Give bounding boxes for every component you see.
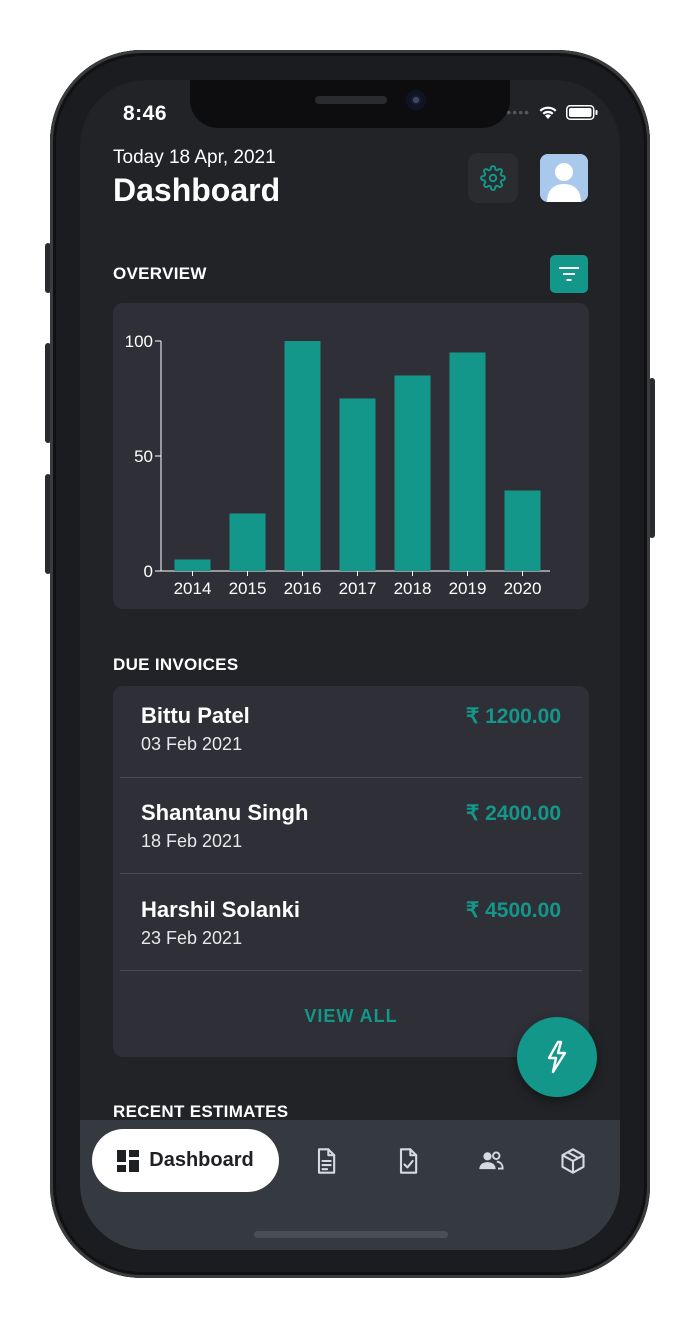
invoice-amount: ₹ 2400.00 <box>465 802 561 825</box>
x-tick-label: 2014 <box>174 579 212 598</box>
invoice-row[interactable]: Bittu Patel 03 Feb 2021 ₹ 1200.00 <box>113 686 589 782</box>
camera <box>406 90 426 110</box>
y-tick-label: 0 <box>144 562 153 581</box>
recent-estimates-title: RECENT ESTIMATES <box>113 1102 289 1121</box>
bar-chart: 0 50 100 2014 2015 2016 2017 2018 2019 2020 <box>125 332 550 598</box>
estimate-icon[interactable] <box>394 1147 422 1175</box>
signal-icon: •••• <box>506 104 530 120</box>
invoice-date: 18 Feb 2021 <box>141 831 243 851</box>
invoice-customer-name: Harshil Solanki <box>141 897 300 922</box>
x-tick-label: 2017 <box>339 579 377 598</box>
bar <box>339 398 376 571</box>
due-invoices-card: Bittu Patel 03 Feb 2021 ₹ 1200.00 Shanta… <box>113 686 589 1057</box>
x-tick-label: 2018 <box>394 579 432 598</box>
filter-icon <box>559 267 579 281</box>
status-time: 8:46 <box>123 102 168 125</box>
notch <box>190 80 510 128</box>
x-tick-label: 2019 <box>449 579 487 598</box>
invoice-customer-name: Shantanu Singh <box>141 800 309 825</box>
page-title: Dashboard <box>113 172 281 208</box>
bar <box>504 490 541 571</box>
bar <box>229 513 266 571</box>
settings-button[interactable] <box>468 153 518 203</box>
flash-icon <box>547 1040 567 1074</box>
status-indicators: •••• <box>506 104 598 120</box>
x-tick-label: 2015 <box>229 579 267 598</box>
invoice-date: 03 Feb 2021 <box>141 734 243 754</box>
items-icon[interactable] <box>559 1147 587 1175</box>
invoice-icon[interactable] <box>312 1147 340 1175</box>
bar <box>449 352 486 571</box>
x-tick-label: 2020 <box>504 579 542 598</box>
home-indicator <box>254 1231 448 1238</box>
bar <box>284 341 321 571</box>
gear-icon <box>480 165 506 191</box>
invoice-amount: ₹ 4500.00 <box>465 899 561 922</box>
bar <box>394 375 431 571</box>
divider <box>120 970 582 971</box>
nav-item-dashboard-label: Dashboard <box>149 1149 254 1171</box>
wifi-icon <box>539 106 557 119</box>
invoice-amount: ₹ 1200.00 <box>465 705 561 728</box>
due-invoices-title: DUE INVOICES <box>113 655 239 674</box>
invoice-customer-name: Bittu Patel <box>141 703 250 728</box>
x-tick-label: 2016 <box>284 579 322 598</box>
y-tick-label: 50 <box>134 447 153 466</box>
quick-action-button[interactable] <box>517 1017 597 1097</box>
customers-icon[interactable] <box>477 1147 505 1175</box>
bottom-navigation: Dashboard <box>80 1120 620 1250</box>
filter-button[interactable] <box>550 255 588 293</box>
speaker <box>315 96 387 104</box>
dashboard-icon <box>117 1149 140 1172</box>
current-date: Today 18 Apr, 2021 <box>113 147 276 168</box>
divider <box>120 873 582 874</box>
user-avatar[interactable] <box>540 154 588 202</box>
user-avatar-icon <box>540 154 588 202</box>
divider <box>120 777 582 778</box>
overview-chart: 0 50 100 2014 2015 2016 2017 2018 2019 2020 <box>113 303 589 609</box>
invoice-date: 23 Feb 2021 <box>141 928 243 948</box>
y-tick-label: 100 <box>125 332 153 351</box>
bar <box>174 559 211 571</box>
overview-title: OVERVIEW <box>113 264 207 283</box>
app-screen: 8:46 •••• Today 18 Apr, 2021 Dashboard O… <box>80 80 620 1250</box>
view-all-link[interactable]: VIEW ALL <box>113 1006 589 1027</box>
nav-item-dashboard[interactable]: Dashboard <box>92 1129 279 1192</box>
invoice-row[interactable]: Shantanu Singh 18 Feb 2021 ₹ 2400.00 <box>113 783 589 879</box>
invoice-row[interactable]: Harshil Solanki 23 Feb 2021 ₹ 4500.00 <box>113 880 589 976</box>
battery-icon <box>566 104 598 120</box>
